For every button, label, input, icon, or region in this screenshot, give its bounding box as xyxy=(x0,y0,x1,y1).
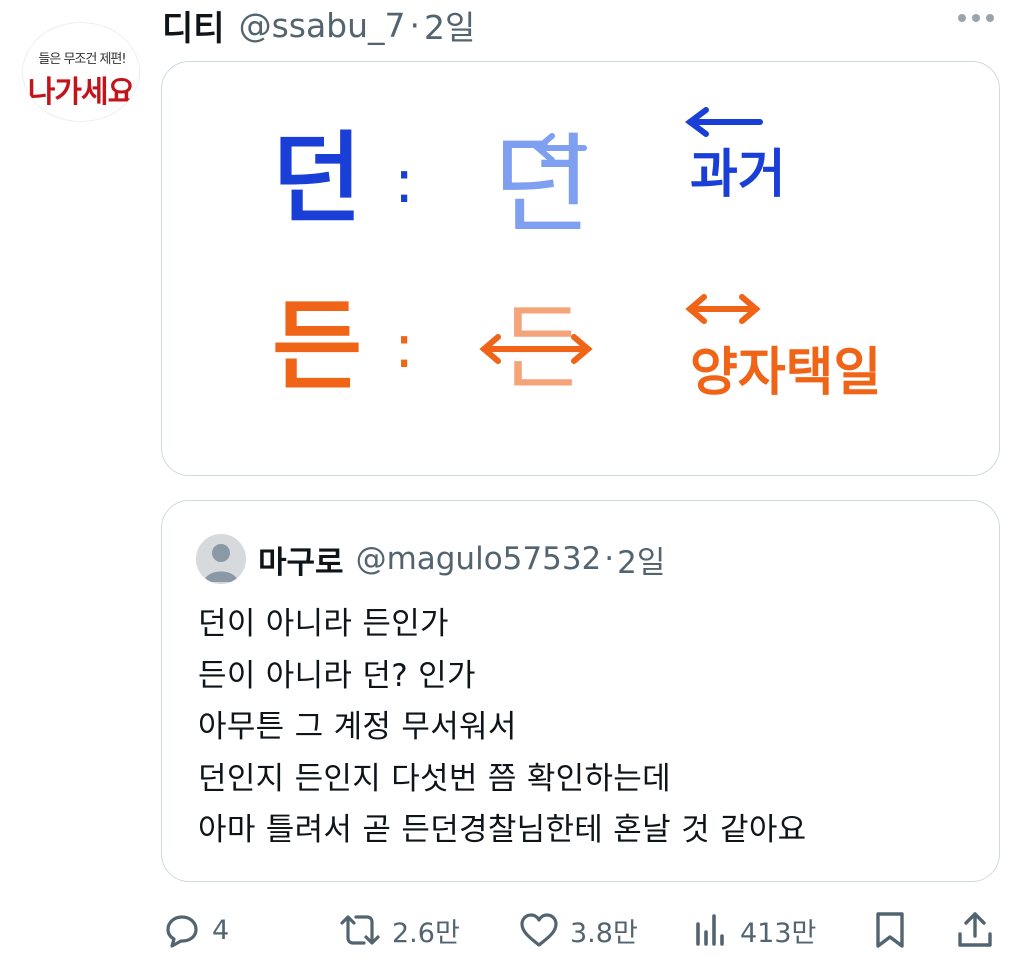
quote-line: 던인지 든인지 다섯번 쯤 확인하는데 xyxy=(198,760,671,797)
views-chart-icon xyxy=(696,914,724,946)
author-display-name[interactable]: 디티 xyxy=(162,1,225,50)
retweet-icon xyxy=(340,915,380,945)
handwritten-diagram: 던 : 던 과거 든 : 든 양자택일 xyxy=(272,107,881,404)
quote-separator: · xyxy=(604,541,615,577)
row2-double-arrow xyxy=(685,294,761,324)
heart-icon xyxy=(520,913,558,947)
tweet-media-image[interactable]: 던 : 던 과거 든 : 든 양자택일 xyxy=(161,61,1000,476)
share-icon xyxy=(958,912,992,947)
tweet-action-bar: 4 2.6만 3.8만 413만 xyxy=(0,900,1024,960)
retweet-count: 2.6만 xyxy=(392,917,460,949)
row2-colon: : xyxy=(394,312,414,382)
author-handle[interactable]: @ssabu_7 xyxy=(239,6,406,45)
tweet-timestamp[interactable]: 2일 xyxy=(424,1,475,49)
reply-count: 4 xyxy=(212,914,230,946)
row2-meaning: 양자택일 xyxy=(690,343,881,403)
quote-handle[interactable]: @magulo57532 xyxy=(356,541,602,577)
row1-left-char: 던 xyxy=(272,122,362,236)
quote-display-name[interactable]: 마구로 xyxy=(258,537,344,582)
quote-line: 아무튼 그 계정 무서워서 xyxy=(198,709,517,745)
bookmark-button[interactable] xyxy=(872,900,908,960)
like-button[interactable]: 3.8만 xyxy=(518,900,638,960)
views-button[interactable]: 413만 xyxy=(692,900,816,960)
quoted-tweet[interactable]: 마구로 @magulo57532 · 2일 던이 아니라 든인가 든이 아니라 … xyxy=(161,500,1000,882)
bookmark-icon xyxy=(876,912,904,948)
default-avatar-icon xyxy=(196,534,246,584)
row1-colon: : xyxy=(394,147,414,217)
tweet-header: 디티 @ssabu_7 · 2일 xyxy=(162,1,475,50)
row2-left-char: 든 xyxy=(272,290,362,404)
header-separator: · xyxy=(409,5,421,45)
quote-line: 던이 아니라 든인가 xyxy=(198,606,449,642)
reply-icon xyxy=(166,915,198,948)
quote-header: 마구로 @magulo57532 · 2일 xyxy=(258,537,665,581)
quote-line: 아마 틀려서 곧 든던경찰님한테 혼날 것 같아요 xyxy=(198,812,807,848)
row1-meaning: 과거 xyxy=(690,145,786,205)
share-button[interactable] xyxy=(956,900,994,960)
quote-timestamp[interactable]: 2일 xyxy=(617,537,665,582)
quote-line: 든이 아니라 던? 인가 xyxy=(198,657,476,694)
avatar-text-top: 들은 무조건 제편! xyxy=(38,52,126,67)
more-options-icon[interactable] xyxy=(958,14,994,22)
quote-text: 던이 아니라 든인가 든이 아니라 던? 인가 아무튼 그 계정 무서워서 던인… xyxy=(198,599,807,857)
reply-button[interactable]: 4 xyxy=(162,900,229,960)
retweet-button[interactable]: 2.6만 xyxy=(338,900,460,960)
like-count: 3.8만 xyxy=(570,917,638,949)
author-avatar[interactable]: 들은 무조건 제편! 나가세요 xyxy=(22,22,140,122)
row1-left-arrow xyxy=(685,107,763,137)
quote-avatar[interactable] xyxy=(196,534,246,584)
views-count: 413만 xyxy=(740,917,817,949)
avatar-text-main: 나가세요 xyxy=(27,75,135,110)
